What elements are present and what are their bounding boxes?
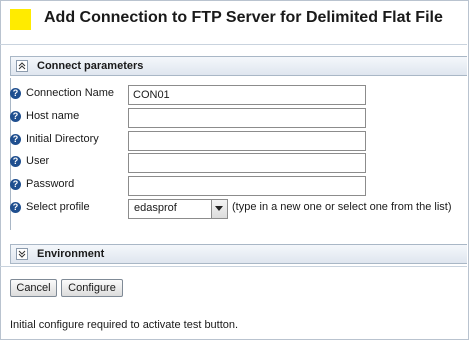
host-name-label: Host name [26, 110, 80, 122]
collapse-icon[interactable] [16, 60, 28, 72]
form-row-host-name: ? Host name [10, 108, 450, 129]
form-row-select-profile: ? Select profile edasprof (type in a new… [10, 199, 452, 220]
initial-directory-label: Initial Directory [26, 133, 99, 145]
profile-hint: (type in a new one or select one from th… [232, 201, 452, 213]
connection-name-label: Connection Name [26, 87, 115, 99]
profile-select[interactable]: edasprof [128, 199, 228, 219]
title-divider [0, 44, 467, 45]
form-row-connection-name: ? Connection Name [10, 85, 450, 106]
page-title: Add Connection to FTP Server for Delimit… [44, 9, 443, 26]
section-header-environment[interactable]: Environment [10, 244, 467, 264]
password-label: Password [26, 178, 75, 190]
help-icon[interactable]: ? [10, 134, 21, 145]
select-profile-label: Select profile [26, 201, 90, 213]
title-bar: Add Connection to FTP Server for Delimit… [0, 0, 467, 40]
help-icon[interactable]: ? [10, 156, 21, 167]
user-label: User [26, 155, 50, 167]
title-marker-icon [10, 9, 31, 30]
form-row-user: ? User [10, 153, 450, 174]
configure-button[interactable]: Configure [61, 279, 123, 297]
user-input[interactable] [128, 153, 366, 173]
help-icon[interactable]: ? [10, 179, 21, 190]
section-header-connect-parameters[interactable]: Connect parameters [10, 56, 467, 76]
form-row-password: ? Password [10, 176, 450, 197]
form-row-initial-directory: ? Initial Directory [10, 131, 450, 152]
help-icon[interactable]: ? [10, 111, 21, 122]
environment-divider [0, 266, 467, 267]
connection-name-input[interactable] [128, 85, 366, 105]
section-title-environment: Environment [37, 248, 105, 260]
status-message: Initial configure required to activate t… [10, 319, 239, 331]
profile-select-value: edasprof [134, 202, 177, 214]
initial-directory-input[interactable] [128, 131, 366, 151]
host-name-input[interactable] [128, 108, 366, 128]
section-title-connect-parameters: Connect parameters [37, 60, 144, 72]
expand-icon[interactable] [16, 248, 28, 260]
dropdown-arrow-icon[interactable] [211, 200, 227, 218]
password-input[interactable] [128, 176, 366, 196]
help-icon[interactable]: ? [10, 202, 21, 213]
help-icon[interactable]: ? [10, 88, 21, 99]
cancel-button[interactable]: Cancel [10, 279, 57, 297]
